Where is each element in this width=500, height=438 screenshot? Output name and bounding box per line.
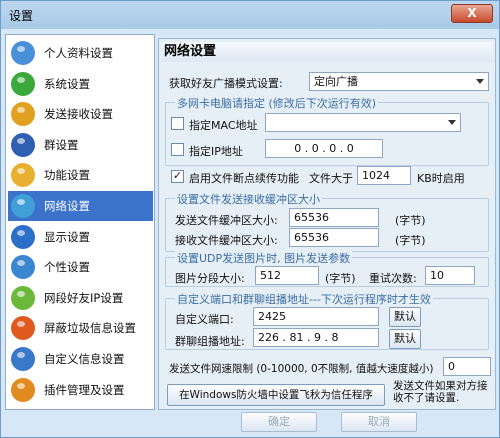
send-buffer-label: 发送文件缓冲区大小: — [175, 214, 278, 227]
send-receive-icon — [11, 102, 35, 127]
nic-group-title: 多网卡电脑请指定 (修改后下次运行有效) — [175, 95, 379, 111]
settings-window: 设置 X 个人资料设置 系统设置 发送接收设置 群设置 功能设置 网络设置 显示设置 个性设置… — [0, 0, 500, 438]
segment-size-unit: (字节) — [325, 272, 356, 285]
port-default-button[interactable]: 默认 — [389, 307, 421, 327]
ip-checkbox[interactable] — [171, 143, 184, 156]
segment-size-field[interactable]: 512 — [255, 266, 319, 285]
port-group-title: 自定义端口和群聊组播地址---下次运行程序时才生效 — [175, 291, 433, 307]
profile-icon — [11, 41, 35, 65]
display-icon — [11, 224, 35, 249]
sidebar-item[interactable]: 发送接收设置 — [8, 99, 153, 129]
page-title: 网络设置 — [161, 42, 493, 62]
window-title: 设置 — [9, 9, 34, 23]
system-icon — [11, 71, 35, 96]
firewall-note: 发送文件如果对方接收不了请设置. — [393, 380, 488, 404]
firewall-trust-button[interactable]: 在Windows防火墙中设置飞秋为信任程序 — [167, 384, 385, 406]
title-bar: 设置 X — [1, 1, 499, 29]
retry-count-label: 重试次数: — [369, 272, 417, 285]
function-icon — [11, 163, 35, 188]
custom-port-field[interactable]: 2425 — [253, 307, 379, 326]
sidebar-item-label: 插件管理及设置 — [44, 382, 125, 397]
network-settings-panel: 网络设置 获取好友广播模式设置: 定向广播 多网卡电脑请指定 (修改后下次运行有… — [158, 38, 496, 410]
sidebar-item[interactable]: 群设置 — [8, 130, 153, 160]
send-buffer-unit: (字节) — [395, 214, 426, 227]
close-button[interactable]: X — [451, 4, 493, 23]
custom-port-label: 自定义端口: — [175, 313, 234, 326]
sidebar-item-label: 网段好友IP设置 — [44, 290, 124, 305]
speed-limit-field[interactable]: 0 — [443, 357, 491, 376]
sidebar-item[interactable]: 个人资料设置 — [8, 38, 153, 68]
file-size-label: 文件大于 — [309, 172, 353, 185]
recv-buffer-label: 接收文件缓冲区大小: — [175, 234, 278, 247]
personal-icon — [11, 255, 35, 280]
recv-buffer-unit: (字节) — [395, 234, 426, 247]
multicast-default-button[interactable]: 默认 — [389, 329, 421, 349]
mac-select[interactable] — [265, 113, 461, 132]
sidebar-item[interactable]: 网段好友IP设置 — [8, 283, 153, 313]
sidebar-item-label: 系统设置 — [44, 76, 90, 91]
sidebar-item[interactable]: 屏蔽垃圾信息设置 — [8, 313, 153, 343]
custom-info-icon — [11, 347, 35, 371]
cancel-button[interactable]: 取消 — [341, 412, 417, 432]
sidebar-item[interactable]: 自定义信息设置 — [8, 344, 153, 374]
multicast-label: 群聊组播地址: — [175, 335, 245, 348]
block-spam-icon — [11, 316, 35, 341]
sidebar-item-label: 显示设置 — [44, 229, 90, 244]
sidebar-item-label: 群设置 — [44, 137, 79, 152]
multicast-address-field[interactable]: 226 . 81 . 9 . 8 — [253, 328, 379, 347]
udp-group-title: 设置UDP发送图片时, 图片发送参数 — [175, 250, 353, 266]
sidebar-item[interactable]: 系统设置 — [8, 69, 153, 99]
sidebar-item-label: 发送接收设置 — [44, 107, 113, 122]
speed-limit-label: 发送文件网速限制 (0-10000, 0不限制, 值越大速度越小) — [169, 363, 434, 375]
resume-label: 启用文件断点续传功能 — [189, 172, 299, 185]
plugin-icon — [11, 377, 35, 402]
sidebar-item[interactable]: 网络设置 — [8, 191, 153, 221]
send-buffer-field[interactable]: 65536 — [289, 208, 379, 227]
mac-checkbox[interactable] — [171, 117, 184, 130]
kb-enable-label: KB时启用 — [417, 172, 465, 185]
broadcast-mode-value: 定向广播 — [314, 75, 358, 88]
mac-label: 指定MAC地址 — [189, 119, 258, 132]
close-icon: X — [467, 6, 477, 20]
broadcast-mode-select[interactable]: 定向广播 — [309, 72, 489, 91]
group-icon — [11, 132, 35, 157]
sidebar-item-label: 自定义信息设置 — [44, 352, 125, 366]
sidebar-item[interactable]: 显示设置 — [8, 222, 153, 252]
ip-address-field[interactable]: 0 . 0 . 0 . 0 — [265, 139, 383, 158]
chevron-down-icon — [476, 79, 484, 84]
sidebar-item-label: 功能设置 — [44, 168, 90, 183]
sidebar-item-label: 网络设置 — [44, 199, 90, 213]
chevron-down-icon — [448, 120, 456, 125]
buffer-group-title: 设置文件发送接收缓冲区大小 — [175, 191, 322, 207]
ok-button[interactable]: 确定 — [241, 412, 317, 432]
file-size-field[interactable]: 1024 — [357, 166, 411, 185]
sidebar-item[interactable]: 个性设置 — [8, 252, 153, 282]
network-icon — [11, 194, 35, 218]
sidebar-item-label: 屏蔽垃圾信息设置 — [44, 321, 136, 336]
sidebar-item-label: 个人资料设置 — [44, 46, 113, 60]
retry-count-field[interactable]: 10 — [425, 266, 475, 285]
broadcast-mode-label: 获取好友广播模式设置: — [169, 77, 283, 90]
settings-sidebar: 个人资料设置 系统设置发送接收设置 群设置功能设置网络设置显示设置个性设置网段好友I… — [5, 34, 155, 410]
sidebar-item[interactable]: 插件管理及设置 — [8, 375, 153, 405]
sidebar-item-label: 个性设置 — [44, 260, 90, 275]
resume-checkbox[interactable]: ✓ — [171, 170, 184, 183]
ip-label: 指定IP地址 — [189, 145, 243, 158]
ip-icon — [11, 285, 35, 310]
segment-size-label: 图片分段大小: — [175, 272, 245, 285]
sidebar-item[interactable]: 功能设置 — [8, 160, 153, 190]
recv-buffer-field[interactable]: 65536 — [289, 228, 379, 247]
